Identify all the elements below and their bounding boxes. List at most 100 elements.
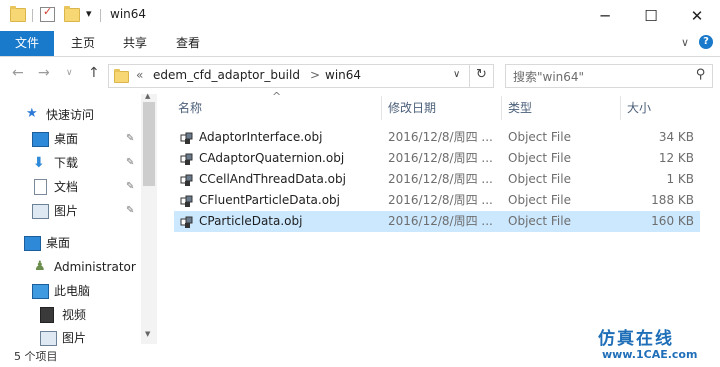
file-row[interactable]: AdaptorInterface.obj 2016/12/8/周四 ... Obje… — [174, 127, 700, 148]
back-button[interactable]: ← — [12, 65, 24, 81]
refresh-icon[interactable]: ↻ — [476, 67, 487, 82]
minimize-button[interactable]: ─ — [582, 0, 628, 31]
nav-label: Administrator — [54, 260, 136, 274]
status-bar: 5 个项目 — [0, 344, 720, 367]
breadcrumb-segment[interactable]: edem_cfd_adaptor_build — [153, 68, 300, 82]
title-bar: ✓ ▾ win64 ─ ☐ ✕ — [0, 0, 720, 31]
breadcrumb-overflow[interactable]: « — [136, 68, 143, 82]
file-type: Object File — [508, 130, 571, 144]
content-scrollbar — [712, 94, 720, 344]
divider — [501, 96, 502, 120]
video-icon — [40, 307, 54, 323]
column-header: ^ 名称 修改日期 类型 大小 — [172, 90, 712, 122]
forward-button[interactable]: → — [38, 65, 50, 81]
scroll-up-icon[interactable]: ▲ — [145, 92, 150, 100]
file-date: 2016/12/8/周四 ... — [388, 151, 493, 165]
pin-icon: ✎ — [126, 181, 135, 192]
column-name[interactable]: 名称 — [178, 94, 202, 122]
divider — [620, 96, 621, 120]
pin-icon: ✎ — [126, 205, 135, 216]
object-file-icon — [180, 215, 194, 228]
desktop-icon — [24, 236, 41, 251]
file-name: CCellAndThreadData.obj — [199, 172, 346, 186]
file-type: Object File — [508, 151, 571, 165]
object-file-icon — [180, 152, 194, 165]
file-row[interactable]: CParticleData.obj 2016/12/8/周四 ... Object … — [174, 211, 700, 232]
divider — [32, 9, 33, 22]
breadcrumb-segment[interactable]: win64 — [325, 68, 361, 82]
desktop-icon — [32, 132, 49, 147]
nav-label: 桌面 — [46, 236, 71, 250]
file-type: Object File — [508, 172, 571, 186]
nav-item-desktop[interactable]: 桌面 ✎ — [32, 128, 142, 150]
file-size: 160 KB — [651, 214, 694, 228]
search-input[interactable]: 搜索"win64" ⚲ — [505, 64, 713, 88]
close-button[interactable]: ✕ — [674, 0, 720, 31]
document-icon — [34, 179, 47, 195]
navigation-pane: ★ 快速访问 桌面 ✎ ⬇ 下载 ✎ 文档 ✎ 图片 ✎ 桌面 ♟ Admini… — [0, 94, 157, 346]
scrollbar-thumb[interactable] — [143, 102, 155, 186]
window-title: win64 — [110, 7, 147, 21]
pictures-icon — [32, 204, 49, 219]
download-icon: ⬇ — [33, 155, 45, 171]
tab-home[interactable]: 主页 — [60, 31, 106, 56]
scroll-down-icon[interactable]: ▼ — [145, 330, 150, 338]
sort-ascending-icon: ^ — [272, 90, 282, 103]
file-name: AdaptorInterface.obj — [199, 130, 323, 144]
quick-access-dropdown-icon[interactable]: ▾ — [86, 7, 92, 20]
help-icon[interactable]: ? — [699, 35, 713, 49]
object-file-icon — [180, 131, 194, 144]
nav-label: 下载 — [54, 156, 79, 170]
divider — [381, 96, 382, 120]
properties-icon[interactable]: ✓ — [40, 5, 55, 22]
nav-label: 桌面 — [54, 132, 79, 146]
tab-file[interactable]: 文件 — [0, 31, 54, 56]
file-name: CFluentParticleData.obj — [199, 193, 341, 207]
nav-item-downloads[interactable]: ⬇ 下载 ✎ — [32, 152, 142, 174]
column-type[interactable]: 类型 — [508, 94, 532, 122]
nav-label: 快速访问 — [46, 108, 95, 122]
nav-item-documents[interactable]: 文档 ✎ — [32, 176, 142, 198]
tab-view[interactable]: 查看 — [165, 31, 211, 56]
file-row[interactable]: CAdaptorQuaternion.obj 2016/12/8/周四 ... Ob… — [174, 148, 700, 169]
file-name: CParticleData.obj — [199, 214, 303, 228]
folder-icon — [114, 69, 129, 83]
breadcrumb-separator[interactable]: > — [310, 68, 320, 82]
file-name: CAdaptorQuaternion.obj — [199, 151, 345, 165]
file-row[interactable]: CCellAndThreadData.obj 2016/12/8/周四 ... Ob… — [174, 169, 700, 190]
recent-locations-button[interactable]: ∨ — [66, 68, 73, 78]
tab-share[interactable]: 共享 — [112, 31, 158, 56]
new-folder-icon[interactable] — [64, 6, 80, 22]
file-date: 2016/12/8/周四 ... — [388, 172, 493, 186]
address-bar[interactable]: « edem_cfd_adaptor_build > win64 ∨ ↻ — [108, 64, 494, 88]
file-date: 2016/12/8/周四 ... — [388, 193, 493, 207]
ribbon-collapse-icon[interactable]: ∨ — [681, 36, 689, 49]
nav-label: 图片 — [54, 204, 79, 218]
nav-item-pictures[interactable]: 图片 ✎ — [32, 200, 142, 222]
object-file-icon — [180, 173, 194, 186]
column-date-modified[interactable]: 修改日期 — [388, 94, 436, 122]
file-date: 2016/12/8/周四 ... — [388, 214, 493, 228]
pin-icon: ✎ — [126, 133, 135, 144]
computer-icon — [32, 284, 49, 299]
file-size: 1 KB — [666, 172, 694, 186]
search-placeholder: 搜索"win64" — [513, 70, 585, 84]
address-row: ← → ∨ ↑ « edem_cfd_adaptor_build > win64… — [0, 56, 720, 94]
user-icon: ♟ — [34, 259, 46, 274]
file-size: 188 KB — [651, 193, 694, 207]
nav-label: 视频 — [62, 308, 87, 322]
nav-scrollbar[interactable]: ▲ ▼ — [141, 92, 157, 344]
address-dropdown-icon[interactable]: ∨ — [453, 69, 460, 80]
item-count: 5 个项目 — [14, 350, 58, 363]
file-type: Object File — [508, 193, 571, 207]
folder-icon — [10, 6, 26, 22]
column-size[interactable]: 大小 — [627, 94, 651, 122]
nav-label: 文档 — [54, 180, 79, 194]
search-icon[interactable]: ⚲ — [696, 67, 706, 82]
file-size: 12 KB — [658, 151, 694, 165]
divider — [469, 65, 470, 87]
up-button[interactable]: ↑ — [88, 65, 100, 81]
maximize-button[interactable]: ☐ — [628, 0, 674, 31]
file-row[interactable]: CFluentParticleData.obj 2016/12/8/周四 ... O… — [174, 190, 700, 211]
file-date: 2016/12/8/周四 ... — [388, 130, 493, 144]
